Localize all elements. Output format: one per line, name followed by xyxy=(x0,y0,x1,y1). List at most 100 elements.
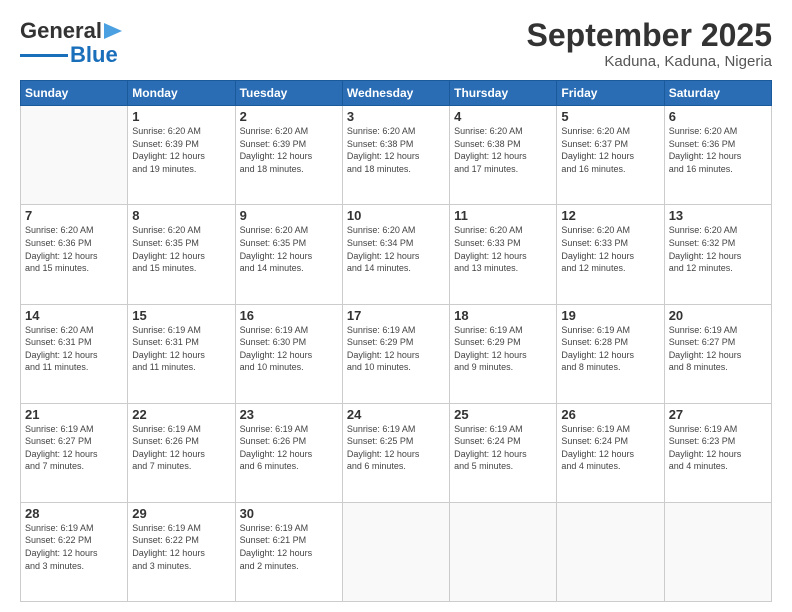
calendar-cell: 9Sunrise: 6:20 AM Sunset: 6:35 PM Daylig… xyxy=(235,205,342,304)
day-info: Sunrise: 6:19 AM Sunset: 6:27 PM Dayligh… xyxy=(25,423,123,473)
calendar-cell: 14Sunrise: 6:20 AM Sunset: 6:31 PM Dayli… xyxy=(21,304,128,403)
day-info: Sunrise: 6:20 AM Sunset: 6:33 PM Dayligh… xyxy=(454,224,552,274)
calendar-cell: 3Sunrise: 6:20 AM Sunset: 6:38 PM Daylig… xyxy=(342,106,449,205)
day-number: 4 xyxy=(454,109,552,124)
day-info: Sunrise: 6:19 AM Sunset: 6:29 PM Dayligh… xyxy=(347,324,445,374)
calendar-cell: 25Sunrise: 6:19 AM Sunset: 6:24 PM Dayli… xyxy=(450,403,557,502)
day-number: 19 xyxy=(561,308,659,323)
day-info: Sunrise: 6:19 AM Sunset: 6:27 PM Dayligh… xyxy=(669,324,767,374)
day-number: 5 xyxy=(561,109,659,124)
day-number: 24 xyxy=(347,407,445,422)
page: General Blue September 2025 Kaduna, Kadu… xyxy=(0,0,792,612)
header: General Blue September 2025 Kaduna, Kadu… xyxy=(20,18,772,70)
calendar-cell xyxy=(342,502,449,601)
calendar-subtitle: Kaduna, Kaduna, Nigeria xyxy=(527,53,772,70)
day-number: 28 xyxy=(25,506,123,521)
day-number: 30 xyxy=(240,506,338,521)
calendar-cell: 29Sunrise: 6:19 AM Sunset: 6:22 PM Dayli… xyxy=(128,502,235,601)
day-info: Sunrise: 6:19 AM Sunset: 6:29 PM Dayligh… xyxy=(454,324,552,374)
day-info: Sunrise: 6:19 AM Sunset: 6:28 PM Dayligh… xyxy=(561,324,659,374)
day-info: Sunrise: 6:19 AM Sunset: 6:25 PM Dayligh… xyxy=(347,423,445,473)
day-info: Sunrise: 6:19 AM Sunset: 6:24 PM Dayligh… xyxy=(561,423,659,473)
calendar-cell: 2Sunrise: 6:20 AM Sunset: 6:39 PM Daylig… xyxy=(235,106,342,205)
day-info: Sunrise: 6:19 AM Sunset: 6:30 PM Dayligh… xyxy=(240,324,338,374)
calendar-cell: 17Sunrise: 6:19 AM Sunset: 6:29 PM Dayli… xyxy=(342,304,449,403)
week-row-4: 21Sunrise: 6:19 AM Sunset: 6:27 PM Dayli… xyxy=(21,403,772,502)
day-info: Sunrise: 6:19 AM Sunset: 6:31 PM Dayligh… xyxy=(132,324,230,374)
calendar-cell: 7Sunrise: 6:20 AM Sunset: 6:36 PM Daylig… xyxy=(21,205,128,304)
day-number: 23 xyxy=(240,407,338,422)
dow-saturday: Saturday xyxy=(664,81,771,106)
day-number: 6 xyxy=(669,109,767,124)
day-info: Sunrise: 6:20 AM Sunset: 6:36 PM Dayligh… xyxy=(25,224,123,274)
dow-friday: Friday xyxy=(557,81,664,106)
calendar-cell xyxy=(664,502,771,601)
day-number: 13 xyxy=(669,208,767,223)
day-number: 17 xyxy=(347,308,445,323)
calendar-cell xyxy=(557,502,664,601)
calendar-cell xyxy=(450,502,557,601)
week-row-1: 1Sunrise: 6:20 AM Sunset: 6:39 PM Daylig… xyxy=(21,106,772,205)
day-info: Sunrise: 6:20 AM Sunset: 6:39 PM Dayligh… xyxy=(132,125,230,175)
calendar-cell: 18Sunrise: 6:19 AM Sunset: 6:29 PM Dayli… xyxy=(450,304,557,403)
week-row-2: 7Sunrise: 6:20 AM Sunset: 6:36 PM Daylig… xyxy=(21,205,772,304)
day-info: Sunrise: 6:19 AM Sunset: 6:21 PM Dayligh… xyxy=(240,522,338,572)
day-info: Sunrise: 6:19 AM Sunset: 6:23 PM Dayligh… xyxy=(669,423,767,473)
day-number: 12 xyxy=(561,208,659,223)
day-info: Sunrise: 6:20 AM Sunset: 6:34 PM Dayligh… xyxy=(347,224,445,274)
calendar-cell: 22Sunrise: 6:19 AM Sunset: 6:26 PM Dayli… xyxy=(128,403,235,502)
day-info: Sunrise: 6:19 AM Sunset: 6:26 PM Dayligh… xyxy=(240,423,338,473)
calendar-cell: 11Sunrise: 6:20 AM Sunset: 6:33 PM Dayli… xyxy=(450,205,557,304)
day-info: Sunrise: 6:20 AM Sunset: 6:33 PM Dayligh… xyxy=(561,224,659,274)
day-number: 22 xyxy=(132,407,230,422)
day-info: Sunrise: 6:20 AM Sunset: 6:36 PM Dayligh… xyxy=(669,125,767,175)
days-of-week-row: SundayMondayTuesdayWednesdayThursdayFrid… xyxy=(21,81,772,106)
dow-thursday: Thursday xyxy=(450,81,557,106)
day-number: 10 xyxy=(347,208,445,223)
day-number: 7 xyxy=(25,208,123,223)
day-number: 9 xyxy=(240,208,338,223)
day-info: Sunrise: 6:20 AM Sunset: 6:38 PM Dayligh… xyxy=(347,125,445,175)
logo-blue: Blue xyxy=(70,42,118,68)
calendar-cell: 8Sunrise: 6:20 AM Sunset: 6:35 PM Daylig… xyxy=(128,205,235,304)
calendar-cell: 30Sunrise: 6:19 AM Sunset: 6:21 PM Dayli… xyxy=(235,502,342,601)
day-info: Sunrise: 6:19 AM Sunset: 6:26 PM Dayligh… xyxy=(132,423,230,473)
calendar-cell: 15Sunrise: 6:19 AM Sunset: 6:31 PM Dayli… xyxy=(128,304,235,403)
day-number: 29 xyxy=(132,506,230,521)
dow-wednesday: Wednesday xyxy=(342,81,449,106)
day-number: 21 xyxy=(25,407,123,422)
day-number: 20 xyxy=(669,308,767,323)
calendar-cell: 5Sunrise: 6:20 AM Sunset: 6:37 PM Daylig… xyxy=(557,106,664,205)
calendar-body: 1Sunrise: 6:20 AM Sunset: 6:39 PM Daylig… xyxy=(21,106,772,602)
calendar-cell: 12Sunrise: 6:20 AM Sunset: 6:33 PM Dayli… xyxy=(557,205,664,304)
day-info: Sunrise: 6:19 AM Sunset: 6:22 PM Dayligh… xyxy=(132,522,230,572)
day-info: Sunrise: 6:20 AM Sunset: 6:31 PM Dayligh… xyxy=(25,324,123,374)
logo: General Blue xyxy=(20,18,122,68)
calendar-cell xyxy=(21,106,128,205)
calendar-cell: 10Sunrise: 6:20 AM Sunset: 6:34 PM Dayli… xyxy=(342,205,449,304)
day-number: 26 xyxy=(561,407,659,422)
calendar-title: September 2025 xyxy=(527,18,772,53)
day-number: 15 xyxy=(132,308,230,323)
logo-arrow-icon xyxy=(104,23,122,39)
day-number: 25 xyxy=(454,407,552,422)
calendar-cell: 26Sunrise: 6:19 AM Sunset: 6:24 PM Dayli… xyxy=(557,403,664,502)
title-block: September 2025 Kaduna, Kaduna, Nigeria xyxy=(527,18,772,70)
dow-tuesday: Tuesday xyxy=(235,81,342,106)
day-info: Sunrise: 6:20 AM Sunset: 6:38 PM Dayligh… xyxy=(454,125,552,175)
day-number: 1 xyxy=(132,109,230,124)
day-info: Sunrise: 6:19 AM Sunset: 6:24 PM Dayligh… xyxy=(454,423,552,473)
day-info: Sunrise: 6:20 AM Sunset: 6:35 PM Dayligh… xyxy=(240,224,338,274)
day-number: 11 xyxy=(454,208,552,223)
calendar-cell: 16Sunrise: 6:19 AM Sunset: 6:30 PM Dayli… xyxy=(235,304,342,403)
day-number: 2 xyxy=(240,109,338,124)
day-info: Sunrise: 6:19 AM Sunset: 6:22 PM Dayligh… xyxy=(25,522,123,572)
calendar-cell: 24Sunrise: 6:19 AM Sunset: 6:25 PM Dayli… xyxy=(342,403,449,502)
calendar-cell: 21Sunrise: 6:19 AM Sunset: 6:27 PM Dayli… xyxy=(21,403,128,502)
calendar-cell: 13Sunrise: 6:20 AM Sunset: 6:32 PM Dayli… xyxy=(664,205,771,304)
calendar-cell: 27Sunrise: 6:19 AM Sunset: 6:23 PM Dayli… xyxy=(664,403,771,502)
day-number: 14 xyxy=(25,308,123,323)
week-row-3: 14Sunrise: 6:20 AM Sunset: 6:31 PM Dayli… xyxy=(21,304,772,403)
day-number: 8 xyxy=(132,208,230,223)
day-number: 27 xyxy=(669,407,767,422)
